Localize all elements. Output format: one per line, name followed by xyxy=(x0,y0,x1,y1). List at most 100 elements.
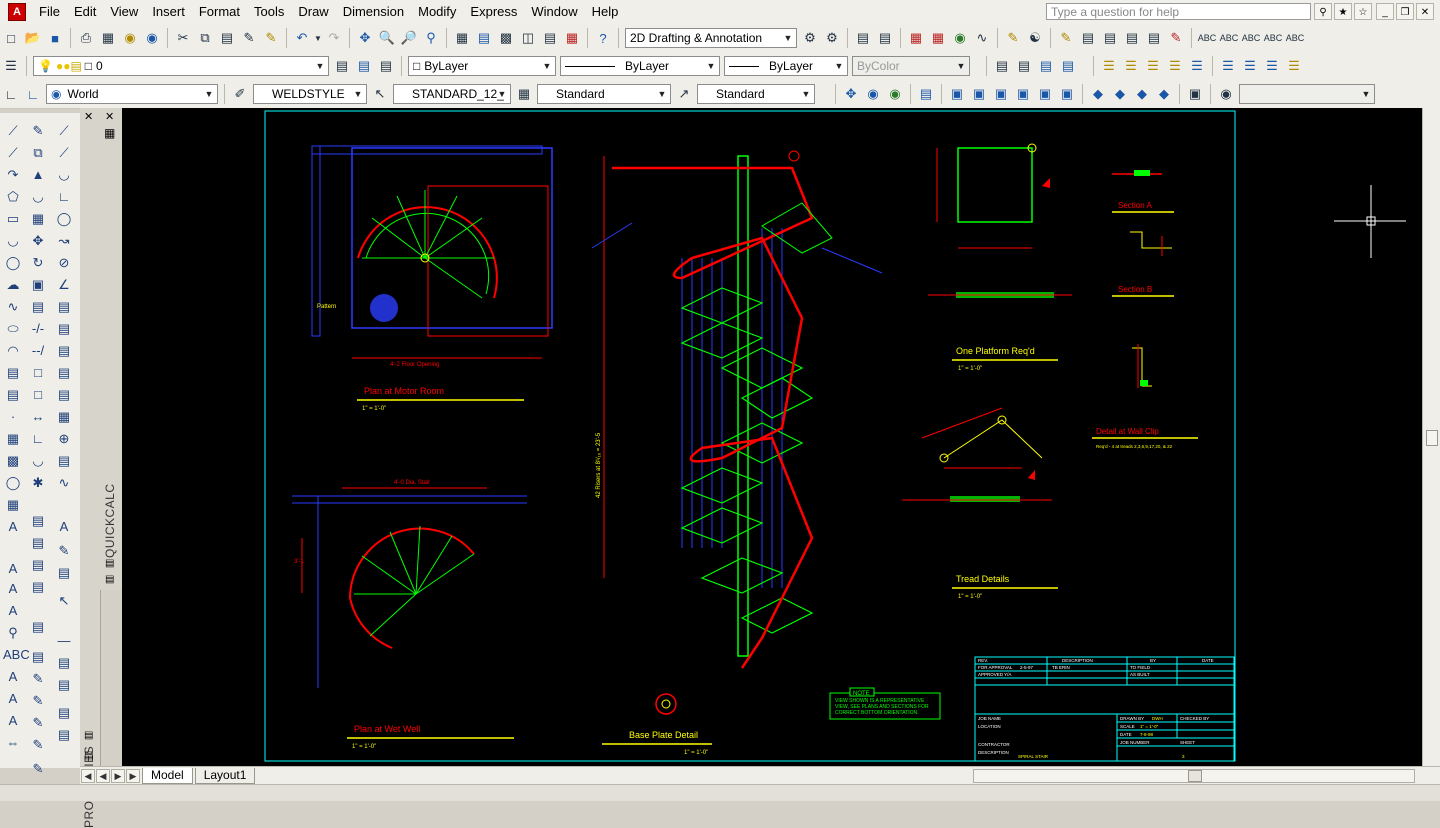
dim-jogged-icon[interactable]: ↝ xyxy=(54,231,74,251)
quickcalc-palette[interactable]: ✕ ▦ QUICKCALC ▤ ▤ xyxy=(100,108,123,590)
close-icon[interactable]: ✕ xyxy=(84,110,93,123)
viewport-scale-select[interactable]: ▼ xyxy=(1239,84,1375,104)
layer-tool8-icon[interactable]: ☰ xyxy=(1262,56,1282,76)
text-abc2-icon[interactable]: ABC xyxy=(1219,28,1239,48)
menu-insert[interactable]: Insert xyxy=(145,0,192,24)
polyline-icon[interactable]: ↷ xyxy=(3,165,23,185)
region-icon[interactable]: ◯ xyxy=(3,473,23,493)
dim-style-icon[interactable]: ↖ xyxy=(370,84,390,104)
layer-tool7-icon[interactable]: ☰ xyxy=(1240,56,1260,76)
ucs-icon[interactable]: ∟ xyxy=(1,84,21,104)
chamfer-icon[interactable]: ∟ xyxy=(28,429,48,449)
menu-dimension[interactable]: Dimension xyxy=(336,0,411,24)
jogged-linear-icon[interactable]: ∿ xyxy=(54,473,74,493)
qnew-icon[interactable]: □ xyxy=(1,28,21,48)
drawing-canvas[interactable]: 4'-2 Floor Opening Pattern Plan at Motor… xyxy=(122,108,1422,766)
markup-icon[interactable]: ▤ xyxy=(540,28,560,48)
next-tab-icon[interactable]: ▶ xyxy=(111,769,125,783)
palette-menu-icon[interactable]: ▤ xyxy=(84,730,93,741)
dim-break-icon[interactable]: ▤ xyxy=(54,385,74,405)
layer-tool3-icon[interactable]: ☰ xyxy=(1143,56,1163,76)
text-abc5-icon[interactable]: ABC xyxy=(1285,28,1305,48)
modify6-icon[interactable]: ✎ xyxy=(28,735,48,755)
favorites-icon[interactable]: ☆ xyxy=(1354,3,1372,20)
table-style-icon[interactable]: ▦ xyxy=(514,84,534,104)
zoom-previous-icon[interactable]: ⚲ xyxy=(421,28,441,48)
restore-icon[interactable]: ❐ xyxy=(1396,3,1414,20)
express-tool7-icon[interactable]: ▤ xyxy=(1144,28,1164,48)
draworder4-icon[interactable]: ▤ xyxy=(28,577,48,597)
view-bottom-icon[interactable]: ▣ xyxy=(969,84,989,104)
layer-tool2-icon[interactable]: ☰ xyxy=(1121,56,1141,76)
layer-state-icon[interactable]: ▤ xyxy=(875,28,895,48)
view-back-icon[interactable]: ▣ xyxy=(1057,84,1077,104)
dim-linear-icon[interactable]: ⟋ xyxy=(54,121,74,141)
paste-icon[interactable]: ▤ xyxy=(217,28,237,48)
tool-palettes-icon[interactable]: ▩ xyxy=(496,28,516,48)
layer-tool9-icon[interactable]: ☰ xyxy=(1284,56,1304,76)
first-tab-icon[interactable]: ◀ xyxy=(81,769,95,783)
linetype-select[interactable]: ByLayer ▼ xyxy=(560,56,720,76)
dim-baseline-icon[interactable]: ▤ xyxy=(54,319,74,339)
express-tool3-icon[interactable]: ✎ xyxy=(1056,28,1076,48)
dim-edit-icon[interactable]: A xyxy=(54,517,74,537)
text-icon[interactable]: A xyxy=(3,559,23,579)
layer-properties-icon[interactable]: ▤ xyxy=(853,28,873,48)
rectangle-icon[interactable]: ▭ xyxy=(3,209,23,229)
app-icon[interactable]: A xyxy=(8,3,26,21)
point-icon[interactable]: · xyxy=(3,407,23,427)
menu-view[interactable]: View xyxy=(103,0,145,24)
draworder3-icon[interactable]: ▤ xyxy=(28,555,48,575)
mleader-style-icon[interactable]: ↗ xyxy=(674,84,694,104)
copy-object-icon[interactable]: ⧉ xyxy=(28,143,48,163)
text-style-left-icon[interactable]: A xyxy=(3,601,23,621)
dim-style-left-icon[interactable]: ↖ xyxy=(54,591,74,611)
xline-icon[interactable]: ⟋ xyxy=(3,143,23,163)
continuous-orbit-icon[interactable]: ◉ xyxy=(885,84,905,104)
qdim-icon[interactable]: ▤ xyxy=(54,297,74,317)
dim-aligned-icon[interactable]: ⟋ xyxy=(54,143,74,163)
rotate-icon[interactable]: ↻ xyxy=(28,253,48,273)
text-abc3-icon[interactable]: ABC xyxy=(1241,28,1261,48)
table-icon[interactable]: ▦ xyxy=(3,495,23,515)
view-front-icon[interactable]: ▣ xyxy=(1035,84,1055,104)
leader5-icon[interactable]: ▤ xyxy=(54,725,74,745)
tab-model[interactable]: Model xyxy=(142,768,193,784)
express-tool2-icon[interactable]: ☯ xyxy=(1025,28,1045,48)
palette-properties-icon[interactable]: ▤ xyxy=(84,750,93,761)
leader2-icon[interactable]: ▤ xyxy=(54,653,74,673)
move-icon[interactable]: ✥ xyxy=(28,231,48,251)
layer-tool4-icon[interactable]: ☰ xyxy=(1165,56,1185,76)
copy-icon[interactable]: ⧉ xyxy=(195,28,215,48)
pan-icon[interactable]: ✥ xyxy=(355,28,375,48)
dim-space-icon[interactable]: ▤ xyxy=(54,363,74,383)
textstyle-select[interactable]: STANDARD_12_ ▼ xyxy=(393,84,511,104)
break-point-icon[interactable]: □ xyxy=(28,363,48,383)
modify5-icon[interactable]: ✎ xyxy=(28,713,48,733)
properties-palette[interactable]: ✕ PROPERTIES ▤ ▤ xyxy=(80,108,101,828)
horizontal-scrollbar[interactable] xyxy=(973,769,1415,783)
express-tool4-icon[interactable]: ▤ xyxy=(1078,28,1098,48)
dim-text-edit-icon[interactable]: ✎ xyxy=(54,541,74,561)
draworder5-icon[interactable]: ▤ xyxy=(28,617,48,637)
make-current-icon[interactable]: ▤ xyxy=(332,56,352,76)
vertical-scroll-thumb[interactable] xyxy=(1426,430,1438,446)
ellipse-arc-icon[interactable]: ◠ xyxy=(3,341,23,361)
publish-icon[interactable]: ◉ xyxy=(120,28,140,48)
help-search-input[interactable]: Type a question for help xyxy=(1046,3,1311,20)
design-center-icon[interactable]: ▤ xyxy=(474,28,494,48)
horizontal-scroll-thumb[interactable] xyxy=(1188,770,1202,782)
leader4-icon[interactable]: ▤ xyxy=(54,703,74,723)
express-tool-icon[interactable]: ✎ xyxy=(1003,28,1023,48)
leader-icon[interactable]: — xyxy=(54,631,74,651)
layer-tool6-icon[interactable]: ☰ xyxy=(1218,56,1238,76)
orbit-icon[interactable]: ✥ xyxy=(841,84,861,104)
ellipse-icon[interactable]: ⬭ xyxy=(3,319,23,339)
3d-dwf-icon[interactable]: ◉ xyxy=(142,28,162,48)
polygon-icon[interactable]: ⬠ xyxy=(3,187,23,207)
inspection-icon[interactable]: ▤ xyxy=(54,451,74,471)
menu-format[interactable]: Format xyxy=(192,0,247,24)
close-icon[interactable]: ✕ xyxy=(1416,3,1434,20)
leader3-icon[interactable]: ▤ xyxy=(54,675,74,695)
modify4-icon[interactable]: ✎ xyxy=(28,691,48,711)
